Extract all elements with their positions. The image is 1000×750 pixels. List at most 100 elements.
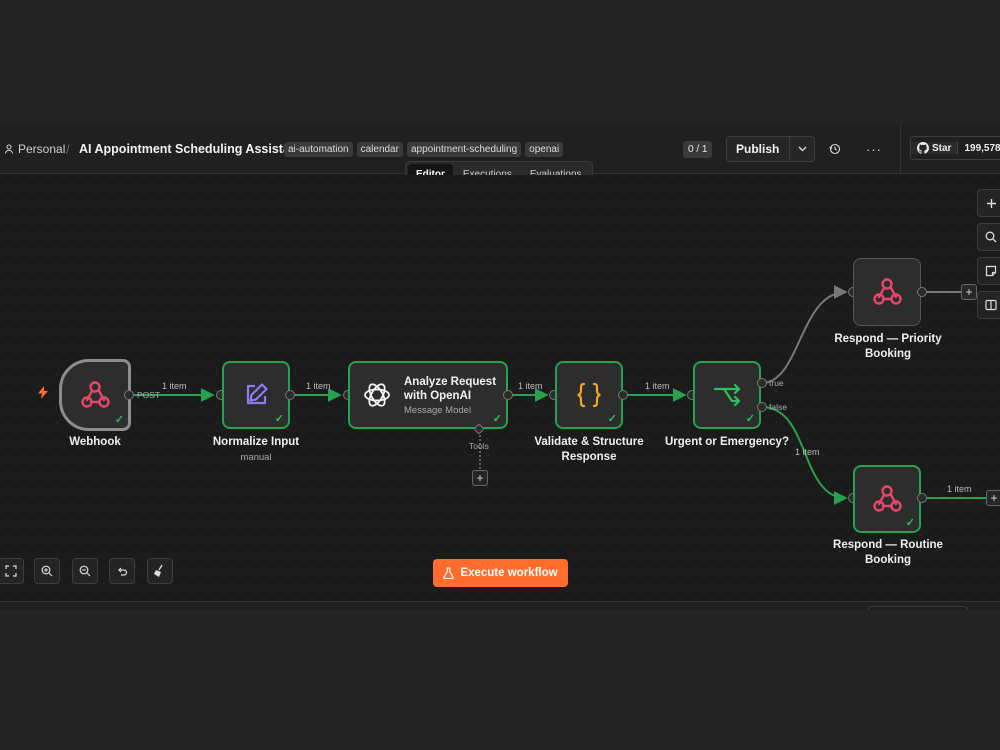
broom-icon	[154, 564, 163, 577]
version-counter: 0 / 1	[683, 124, 713, 174]
webhook-icon	[81, 381, 110, 408]
publish-button-group: Publish	[726, 136, 816, 162]
openai-icon	[364, 383, 390, 407]
github-icon	[917, 142, 929, 154]
node-label-routine-line2: Booking	[865, 554, 911, 566]
workflow-title[interactable]: AI Appointment Scheduling Assistant	[79, 124, 302, 174]
node-webhook[interactable]: ✓	[59, 359, 131, 431]
workflow-canvas[interactable]: ✓ POST Webhook ✓ Normalize Input manual …	[0, 175, 1000, 601]
github-star-widget[interactable]: Star 199,578	[910, 136, 1000, 160]
github-star-label: Star	[932, 142, 952, 154]
sticky-note-icon	[985, 265, 997, 277]
breadcrumb-personal[interactable]: Personal	[4, 124, 65, 174]
port-label-true: true	[769, 378, 784, 388]
node-respond-priority[interactable]	[853, 258, 921, 326]
node-openai[interactable]: Analyze Request with OpenAI Message Mode…	[348, 361, 508, 429]
undo-icon	[118, 567, 128, 576]
port-label-false: false	[769, 402, 787, 412]
node-validate-structure[interactable]: ✓	[555, 361, 623, 429]
webhook-icon	[873, 485, 902, 512]
trigger-bolt-icon	[38, 386, 48, 399]
flask-icon	[443, 567, 455, 579]
tag[interactable]: appointment-scheduling	[406, 141, 522, 157]
add-tool-button[interactable]: +	[472, 470, 488, 486]
node-label-webhook: Webhook	[69, 436, 121, 448]
toggle-panel-button[interactable]	[977, 291, 1000, 319]
if-branch-icon	[713, 383, 741, 407]
header-divider	[900, 124, 901, 174]
node-text-openai: Analyze Request with OpenAI Message Mode…	[404, 375, 496, 416]
node-label-validate-line2: Response	[561, 451, 617, 463]
execute-workflow-button[interactable]: Execute workflow	[433, 559, 568, 587]
node-subtitle-normalize: manual	[240, 452, 272, 463]
breadcrumb-separator: /	[66, 141, 70, 157]
node-title-line: Analyze Request	[404, 375, 497, 388]
success-check-icon: ✓	[905, 517, 915, 529]
zoom-in-icon	[41, 565, 53, 577]
node-label-priority-line1: Respond — Priority	[834, 333, 942, 345]
github-star-button[interactable]: Star	[911, 142, 959, 154]
output-handle[interactable]	[124, 390, 134, 400]
chevron-down-icon	[798, 146, 807, 152]
tag[interactable]: calendar	[356, 141, 403, 157]
add-node-button[interactable]: +	[961, 284, 977, 300]
output-handle-false[interactable]	[757, 402, 767, 412]
plus-icon	[986, 198, 996, 208]
node-label-priority-line2: Booking	[865, 348, 911, 360]
undo-button[interactable]	[109, 558, 135, 584]
webhook-icon	[873, 278, 902, 305]
node-label-routine-line1: Respond — Routine	[833, 539, 943, 551]
tidy-up-button[interactable]	[147, 558, 173, 584]
sticky-note-button[interactable]	[977, 257, 1000, 285]
zoom-out-icon	[79, 565, 91, 577]
success-check-icon: ✓	[114, 414, 124, 426]
fit-view-button[interactable]	[0, 558, 24, 584]
node-subtitle-openai: Message Model	[404, 404, 472, 416]
node-respond-routine[interactable]: ✓	[853, 465, 921, 533]
output-handle-true[interactable]	[757, 378, 767, 388]
execute-workflow-label: Execute workflow	[460, 567, 558, 579]
user-icon	[5, 144, 13, 154]
add-node-panel-button[interactable]	[977, 189, 1000, 217]
success-check-icon: ✓	[745, 413, 755, 425]
edit-icon	[246, 383, 268, 405]
node-urgent-if[interactable]: ✓	[693, 361, 761, 429]
success-check-icon: ✓	[274, 413, 284, 425]
publish-button[interactable]: Publish	[727, 137, 791, 161]
workspace-label: Personal	[18, 142, 66, 156]
more-options-button[interactable]: ···	[866, 124, 882, 174]
zoom-out-button[interactable]	[72, 558, 98, 584]
node-title-line: with OpenAI	[404, 389, 472, 402]
success-check-icon: ✓	[607, 413, 617, 425]
edge-item-count: 1 item	[518, 381, 543, 391]
code-braces-icon	[577, 382, 601, 408]
n8n-app: Personal / AI Appointment Scheduling Ass…	[0, 124, 1000, 610]
edge-item-count: 1 item	[162, 381, 187, 391]
search-icon	[985, 231, 997, 243]
node-label-normalize: Normalize Input	[212, 436, 300, 448]
logs-panel-tab[interactable]	[868, 606, 968, 610]
output-handle[interactable]	[917, 493, 927, 503]
edge-item-count: 1 item	[795, 447, 820, 457]
success-check-icon: ✓	[492, 413, 502, 425]
zoom-in-button[interactable]	[34, 558, 60, 584]
tag[interactable]: openai	[525, 141, 564, 157]
publish-dropdown-button[interactable]	[790, 137, 814, 161]
tag[interactable]: ai-automation	[284, 141, 353, 157]
edge-item-count: 1 item	[947, 484, 972, 494]
output-handle[interactable]	[618, 390, 628, 400]
history-button[interactable]	[829, 124, 841, 174]
search-nodes-button[interactable]	[977, 223, 1000, 251]
history-icon	[829, 143, 841, 155]
output-handle[interactable]	[917, 287, 927, 297]
node-label-validate-line1: Validate & Structure	[534, 436, 644, 448]
node-normalize-input[interactable]: ✓	[222, 361, 290, 429]
bottom-panel-bar	[0, 601, 1000, 610]
port-label-tools: Tools	[469, 441, 489, 451]
panel-icon	[985, 299, 997, 311]
output-handle[interactable]	[285, 390, 295, 400]
counter-badge: 0 / 1	[683, 140, 713, 158]
add-node-button[interactable]: +	[986, 490, 1000, 506]
github-star-count: 199,578	[958, 142, 1000, 154]
output-handle[interactable]	[503, 390, 513, 400]
